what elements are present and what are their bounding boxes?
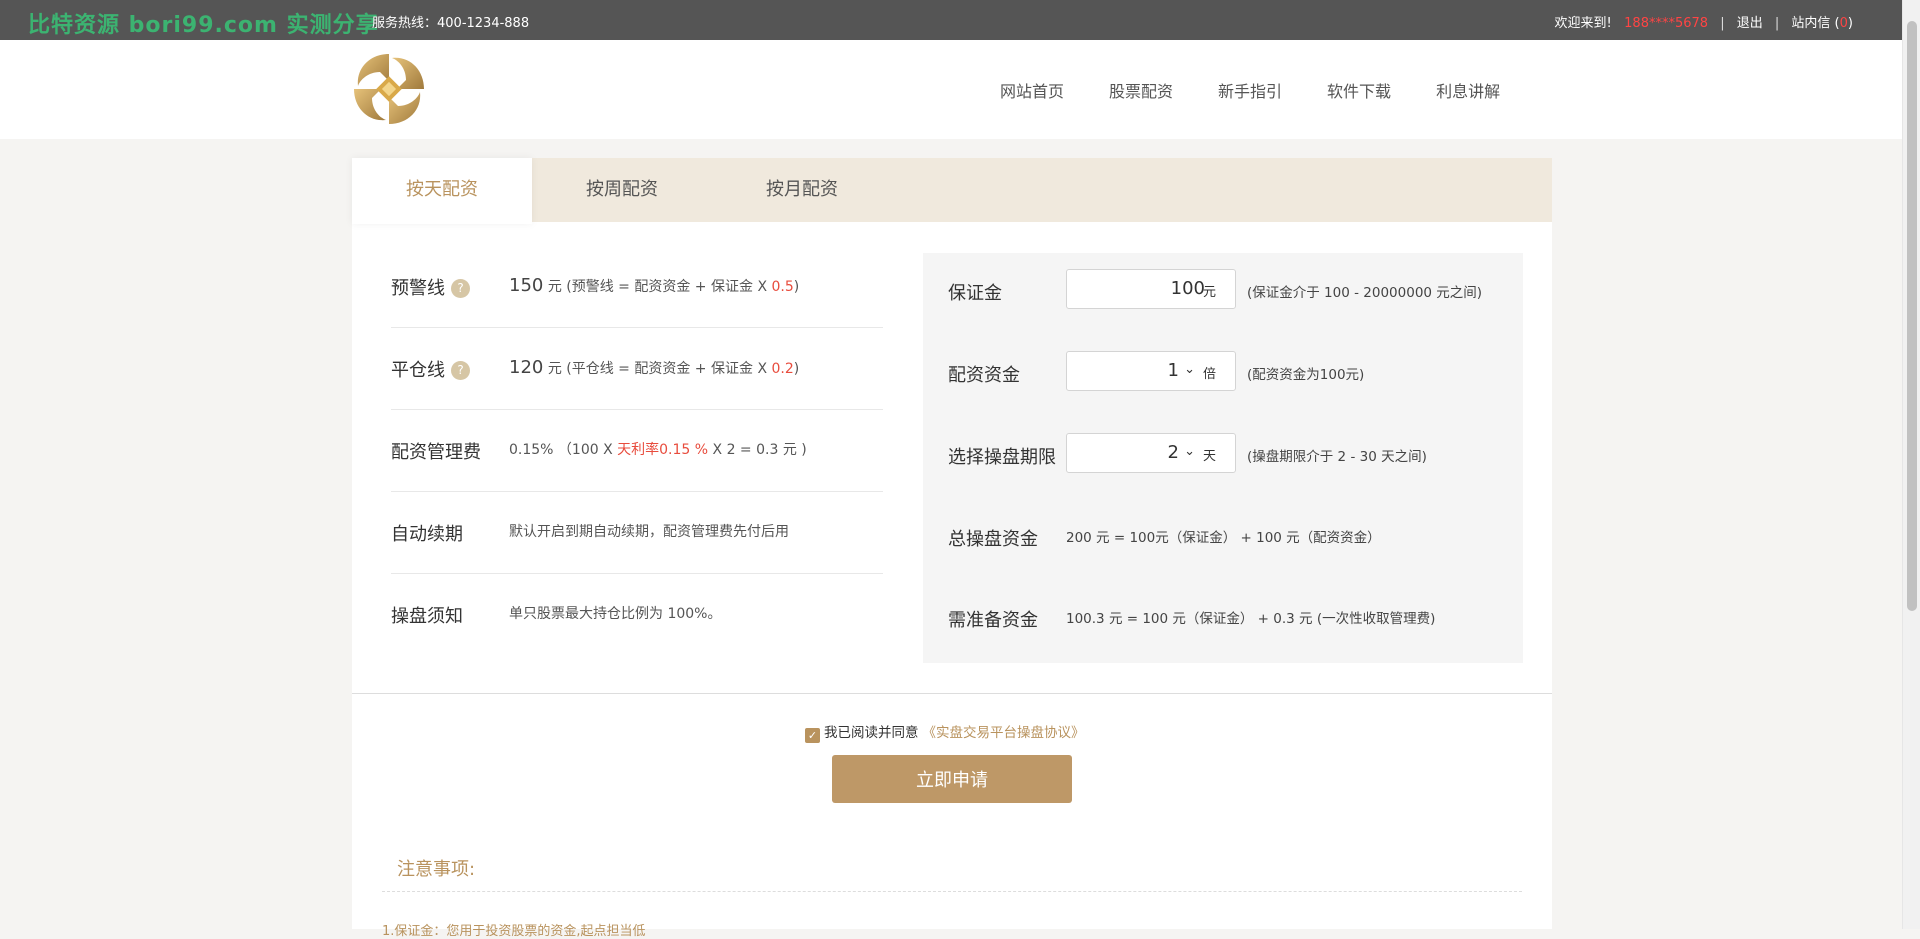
calculator-panel: 保证金 100 元 (保证金介于 100 - 20000000 元之间) 配资资… bbox=[923, 253, 1523, 663]
site-watermark: 比特资源 bori99.com 实测分享 bbox=[28, 13, 379, 38]
apply-button[interactable]: 立即申请 bbox=[832, 755, 1072, 803]
nav-software-download[interactable]: 软件下载 bbox=[1327, 78, 1391, 102]
nav-stock-finance[interactable]: 股票配资 bbox=[1109, 78, 1173, 102]
total-label: 总操盘资金 bbox=[948, 529, 1038, 550]
leverage-select[interactable]: 1 ⌄ 倍 bbox=[1066, 351, 1236, 391]
leverage-row: 配资资金 1 ⌄ 倍 (配资资金为100元) bbox=[923, 351, 1523, 411]
deposit-label: 保证金 bbox=[948, 283, 1002, 304]
period-unit: 天 bbox=[1202, 449, 1216, 464]
warning-line-amount: 150 bbox=[509, 275, 544, 296]
deposit-hint: (保证金介于 100 - 20000000 元之间) bbox=[1247, 285, 1483, 301]
period-label: 选择操盘期限 bbox=[948, 447, 1056, 468]
finance-card: 按天配资 按周配资 按月配资 预警线? 150 元 (预警线 = 配资资金 + … bbox=[352, 158, 1552, 939]
fee-value: 0.15% （100 X 天利率0.15 % X 2 = 0.3 元 ) bbox=[509, 439, 807, 459]
notice-row: 操盘须知 单只股票最大持仓比例为 100%。 bbox=[391, 574, 883, 655]
separator: | bbox=[1720, 16, 1725, 31]
chevron-down-icon: ⌄ bbox=[1184, 362, 1195, 377]
warning-line-text: 预警线 bbox=[391, 278, 445, 299]
messages-count: 0 bbox=[1839, 16, 1848, 31]
nav-interest-explain[interactable]: 利息讲解 bbox=[1436, 78, 1500, 102]
tab-monthly[interactable]: 按月配资 bbox=[712, 158, 892, 222]
unit: 元 bbox=[547, 279, 562, 295]
leverage-hint: (配资资金为100元) bbox=[1247, 367, 1365, 383]
close-line-value: 120 元 (平仓线 = 配资资金 + 保证金 X 0.2) bbox=[509, 357, 799, 378]
notice-label: 操盘须知 bbox=[391, 606, 463, 627]
period-row: 选择操盘期限 2 ⌄ 天 (操盘期限介于 2 - 30 天之间) bbox=[923, 433, 1523, 493]
deposit-row: 保证金 100 元 (保证金介于 100 - 20000000 元之间) bbox=[923, 269, 1523, 329]
leverage-value: 1 bbox=[1167, 360, 1179, 381]
tab-weekly[interactable]: 按周配资 bbox=[532, 158, 712, 222]
nav-home[interactable]: 网站首页 bbox=[1000, 78, 1064, 102]
help-icon[interactable]: ? bbox=[451, 361, 470, 380]
fee-formula-end: X 2 = 0.3 元 ) bbox=[708, 442, 807, 458]
divider bbox=[352, 693, 1552, 694]
required-label: 需准备资金 bbox=[948, 610, 1038, 631]
formula-end: ) bbox=[793, 279, 800, 295]
warning-line-row: 预警线? 150 元 (预警线 = 配资资金 + 保证金 X 0.5) bbox=[391, 246, 883, 328]
auto-renew-label: 自动续期 bbox=[391, 524, 463, 545]
period-value: 2 bbox=[1167, 442, 1179, 463]
total-value: 200 元 = 100元（保证金） + 100 元（配资资金） bbox=[1066, 530, 1381, 546]
close-line-row: 平仓线? 120 元 (平仓线 = 配资资金 + 保证金 X 0.2) bbox=[391, 328, 883, 410]
ratio: 0.5 bbox=[771, 279, 794, 295]
leverage-unit: 倍 bbox=[1202, 367, 1216, 382]
user-phone[interactable]: 188****5678 bbox=[1624, 16, 1708, 31]
notes-title: 注意事项: bbox=[397, 859, 476, 880]
deposit-unit: 元 bbox=[1202, 285, 1216, 300]
agree-checkbox[interactable]: ✓ bbox=[805, 728, 820, 743]
messages-link[interactable]: 站内信 (0) bbox=[1791, 16, 1853, 31]
tab-daily[interactable]: 按天配资 bbox=[352, 158, 532, 224]
required-value: 100.3 元 = 100 元（保证金） + 0.3 元 (一次性收取管理费) bbox=[1066, 611, 1436, 627]
close-line-amount: 120 bbox=[509, 357, 544, 378]
notes-line: 1.保证金：您用于投资股票的资金,起点担当低 bbox=[382, 924, 646, 939]
welcome-text: 欢迎来到! bbox=[1554, 16, 1612, 31]
period-hint: (操盘期限介于 2 - 30 天之间) bbox=[1247, 449, 1427, 465]
daily-rate: 天利率0.15 % bbox=[617, 442, 709, 458]
page-scrollbar[interactable] bbox=[1902, 0, 1920, 929]
main-nav: 网站首页 股票配资 新手指引 软件下载 利息讲解 bbox=[1000, 78, 1545, 102]
scrollbar-thumb[interactable] bbox=[1907, 21, 1917, 611]
auto-renew-value: 默认开启到期自动续期，配资管理费先付后用 bbox=[509, 524, 789, 540]
messages-label: 站内信 ( bbox=[1791, 16, 1840, 31]
formula-end: ) bbox=[793, 361, 800, 377]
leverage-label: 配资资金 bbox=[948, 365, 1020, 386]
fee-label: 配资管理费 bbox=[391, 442, 481, 463]
help-icon[interactable]: ? bbox=[451, 279, 470, 298]
close-line-label: 平仓线? bbox=[391, 356, 470, 382]
warning-line-label: 预警线? bbox=[391, 274, 470, 300]
info-panel: 预警线? 150 元 (预警线 = 配资资金 + 保证金 X 0.5) 平仓线?… bbox=[391, 246, 883, 655]
auto-renew-row: 自动续期 默认开启到期自动续期，配资管理费先付后用 bbox=[391, 492, 883, 574]
agreement-link[interactable]: 《实盘交易平台操盘协议》 bbox=[923, 725, 1085, 741]
notice-value: 单只股票最大持仓比例为 100%。 bbox=[509, 606, 722, 622]
notes-divider bbox=[382, 891, 1522, 892]
site-logo[interactable] bbox=[350, 50, 428, 128]
nav-beginner-guide[interactable]: 新手指引 bbox=[1218, 78, 1282, 102]
messages-suffix: ) bbox=[1847, 16, 1853, 31]
site-header: 网站首页 股票配资 新手指引 软件下载 利息讲解 bbox=[0, 40, 1903, 139]
unit: 元 bbox=[547, 361, 562, 377]
service-hotline: 服务热线：400-1234-888 bbox=[372, 16, 530, 31]
separator: | bbox=[1774, 16, 1780, 31]
agreement: ✓ 我已阅读并同意 《实盘交易平台操盘协议》 bbox=[805, 721, 1085, 743]
top-bar: 比特资源 bori99.com 实测分享 服务热线：400-1234-888 欢… bbox=[0, 0, 1903, 40]
deposit-value: 100 bbox=[1170, 278, 1205, 299]
fee-formula: 0.15% （100 X bbox=[509, 442, 618, 458]
total-row: 总操盘资金 200 元 = 100元（保证金） + 100 元（配资资金） bbox=[923, 507, 1523, 567]
fee-row: 配资管理费 0.15% （100 X 天利率0.15 % X 2 = 0.3 元… bbox=[391, 410, 883, 492]
ratio: 0.2 bbox=[771, 361, 794, 377]
formula: (预警线 = 配资资金 + 保证金 X bbox=[566, 279, 772, 295]
logout-link[interactable]: 退出 bbox=[1737, 16, 1763, 31]
user-bar: 欢迎来到! 188****5678 | 退出 | 站内信 (0) bbox=[1555, 12, 1853, 31]
deposit-input[interactable]: 100 元 bbox=[1066, 269, 1236, 309]
formula: (平仓线 = 配资资金 + 保证金 X bbox=[566, 361, 772, 377]
agreement-text: 我已阅读并同意 bbox=[824, 725, 919, 741]
chevron-down-icon: ⌄ bbox=[1184, 444, 1195, 459]
close-line-text: 平仓线 bbox=[391, 360, 445, 381]
required-row: 需准备资金 100.3 元 = 100 元（保证金） + 0.3 元 (一次性收… bbox=[923, 588, 1523, 648]
period-select[interactable]: 2 ⌄ 天 bbox=[1066, 433, 1236, 473]
warning-line-value: 150 元 (预警线 = 配资资金 + 保证金 X 0.5) bbox=[509, 275, 799, 296]
tab-bar: 按天配资 按周配资 按月配资 bbox=[352, 158, 1552, 224]
